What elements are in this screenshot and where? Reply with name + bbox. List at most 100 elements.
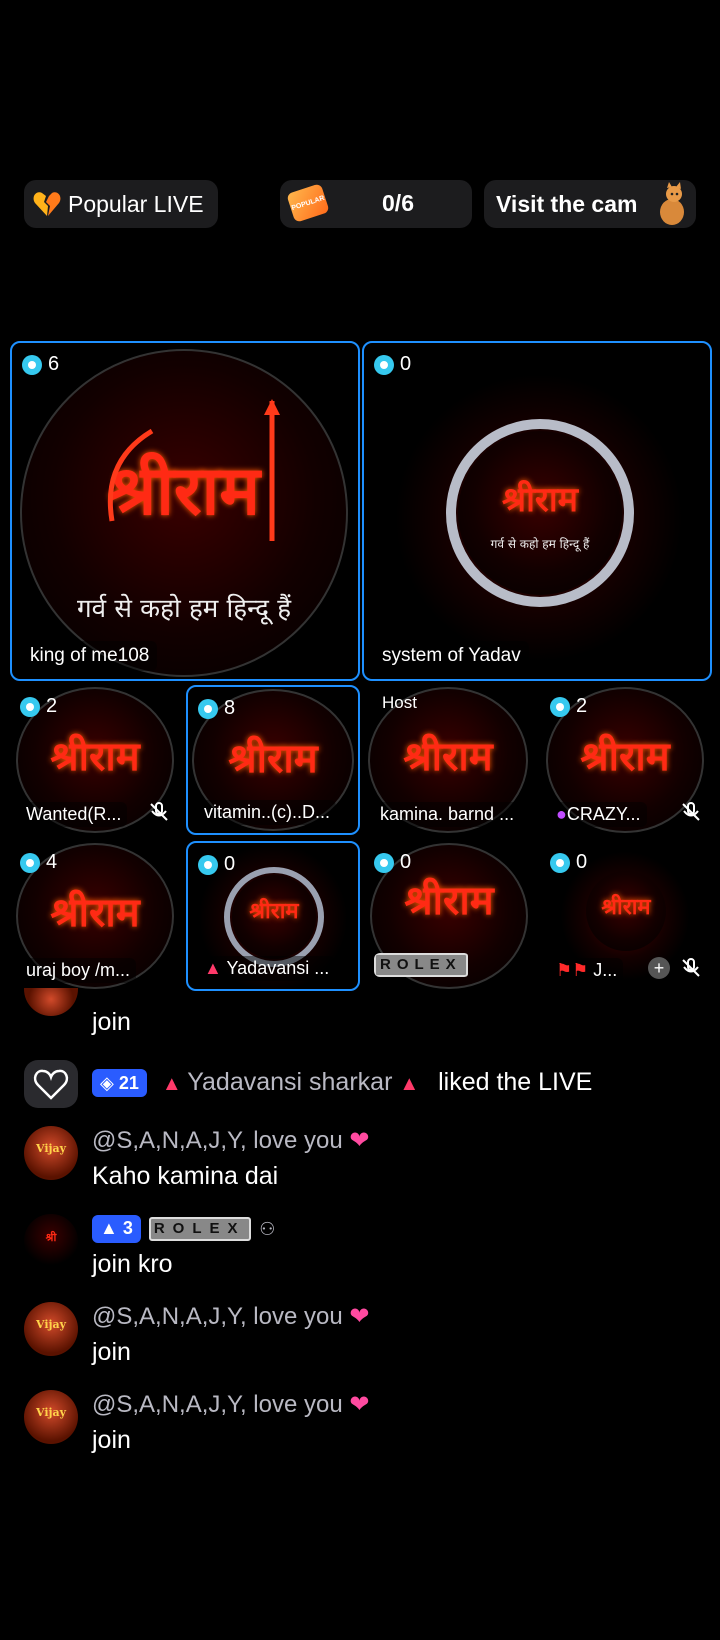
like-notification: ◈ 21 ▲ Yadavansi sharkar ▲ liked the LIV… <box>24 1060 704 1108</box>
muted-mic-icon <box>682 802 700 821</box>
nepal-flag-icon: ▲ <box>204 958 227 978</box>
shriram-logo: श्रीराम <box>403 733 493 780</box>
guest-tile-8[interactable]: श्रीराम 0 ROLEX <box>364 841 534 991</box>
chat-username: @S,A,N,A,J,Y, love you ❤ <box>92 1127 370 1154</box>
chat-message: Vijay @S,A,N,A,J,Y, love you ❤ Kaho kami… <box>24 1126 704 1196</box>
devil-emoji-icon: ● <box>556 804 567 824</box>
tagline: गर्व से कहो हम हिन्दू हैं <box>490 537 590 551</box>
guest-name: Wanted(R... <box>20 802 128 827</box>
chat-text: join <box>92 1426 131 1454</box>
top-bar: Popular LIVE POPULAR 0/6 Visit the cam <box>0 180 720 228</box>
user-avatar: Vijay <box>24 1302 78 1356</box>
guest-avatar: श्रीराम <box>586 871 666 951</box>
diamond-icon <box>198 854 218 875</box>
host-tile[interactable]: श्रीराम Host kamina. barnd ... <box>364 685 534 835</box>
guest-name: system of Yadav <box>374 641 529 671</box>
popular-live-button[interactable]: Popular LIVE <box>24 180 218 228</box>
host-name: kamina. barnd ... <box>374 802 521 827</box>
chat-message: श्री ▲ 3 ROLEX ⚇ join kro <box>24 1214 704 1284</box>
chat-text: Kaho kamina dai <box>92 1162 279 1190</box>
nepal-flag-icon: ▲ <box>399 1073 420 1095</box>
shriram-logo: श्रीराम <box>50 733 140 780</box>
muted-mic-icon <box>682 958 700 977</box>
chat-message: Vijay @S,A,N,A,J,Y, love you ❤ join <box>24 1302 704 1372</box>
guest-tile-6[interactable]: श्रीराम 4 uraj boy /m... <box>10 841 180 991</box>
diamond-icon <box>374 354 394 375</box>
gift-count: 6 <box>22 353 59 376</box>
guest-tile-4[interactable]: श्रीराम 8 vitamin..(c)..D... <box>186 685 360 835</box>
user-avatar: Vijay <box>24 1126 78 1180</box>
heart-emoji-icon: ❤ <box>349 1391 370 1418</box>
diamond-icon <box>550 852 570 873</box>
gift-count: 0 <box>374 851 411 874</box>
shriram-logo: श्रीराम <box>228 735 318 782</box>
gift-count: 0 <box>550 851 587 874</box>
guest-avatar: श्रीराम गर्व से कहो हम हिन्दू हैं <box>20 349 348 677</box>
level-badge: ▲ 3 <box>92 1214 141 1243</box>
bow-arrow-icon <box>107 399 280 541</box>
rolex-name: ROLEX <box>374 953 468 977</box>
gift-count: 2 <box>550 695 587 718</box>
user-avatar: Vijay <box>24 1390 78 1444</box>
rolex-name-badge: ROLEX <box>374 953 470 977</box>
gem-icon: ◈ <box>100 1072 119 1093</box>
gift-count: 4 <box>20 851 57 874</box>
level-arrow-icon: ▲ <box>100 1218 123 1239</box>
guest-tile-3[interactable]: श्रीराम 2 Wanted(R... <box>10 685 180 835</box>
like-text-row: ◈ 21 ▲ Yadavansi sharkar ▲ liked the LIV… <box>92 1068 593 1098</box>
shriram-logo: श्रीराम <box>580 733 670 780</box>
chat-message: Vijay @S,A,N,A,J,Y, love you ❤ join <box>24 1390 704 1460</box>
visit-label: Visit the cam <box>496 190 638 217</box>
shriram-logo: श्रीराम <box>404 877 494 924</box>
chat-message: join <box>24 988 704 1036</box>
red-flag-icon: ⚑⚑ <box>556 960 594 980</box>
nepal-flag-icon: ▲ <box>161 1073 188 1095</box>
diamond-icon <box>374 852 394 873</box>
heart-icon <box>33 1069 69 1100</box>
chat-username: @S,A,N,A,J,Y, love you ❤ <box>92 1391 370 1418</box>
guest-avatar: श्रीराम गर्व से कहो हम हिन्दू हैं <box>458 431 622 595</box>
heart-emoji-icon: ❤ <box>349 1303 370 1330</box>
add-guest-button[interactable]: + <box>648 957 670 979</box>
gift-count: 2 <box>20 695 57 718</box>
guest-tile-5[interactable]: श्रीराम 2 ●CRAZY... <box>540 685 712 835</box>
guest-name: king of me108 <box>22 641 158 671</box>
guest-tile-9[interactable]: श्रीराम 0 ⚑⚑ J... + <box>540 841 712 991</box>
shriram-logo: श्रीराम <box>502 480 578 520</box>
diamond-icon <box>20 696 40 717</box>
host-label: Host <box>382 693 417 712</box>
gift-count: 0 <box>374 353 411 376</box>
level-badge: ◈ 21 <box>92 1069 147 1098</box>
shriram-logo: श्रीराम <box>249 898 299 924</box>
like-label: liked the LIVE <box>438 1068 593 1096</box>
tagline: गर्व से कहो हम हिन्दू हैं <box>76 594 292 624</box>
broken-heart-icon <box>32 189 62 219</box>
cat-icon <box>652 182 688 226</box>
diamond-icon <box>550 696 570 717</box>
user-avatar: श्री <box>24 1214 78 1268</box>
muted-mic-icon <box>150 802 168 821</box>
diamond-icon <box>198 698 218 719</box>
heart-emoji-icon: ❤ <box>349 1127 370 1154</box>
guest-name: vitamin..(c)..D... <box>198 800 337 825</box>
like-button[interactable] <box>24 1060 78 1108</box>
chat-username: @S,A,N,A,J,Y, love you ❤ <box>92 1303 370 1330</box>
guest-avatar: श्रीराम <box>232 875 316 959</box>
guest-tile-2[interactable]: श्रीराम गर्व से कहो हम हिन्दू हैं 0 syst… <box>362 341 712 681</box>
chat-text: join <box>92 1008 131 1036</box>
guest-name: ▲ Yadavansi ... <box>198 956 336 981</box>
guest-tile-1[interactable]: श्रीराम गर्व से कहो हम हिन्दू हैं 6 king… <box>10 341 360 681</box>
quest-progress-pill[interactable]: POPULAR 0/6 <box>280 180 472 228</box>
popular-live-label: Popular LIVE <box>68 190 204 217</box>
user-moderator-icon: ⚇ <box>259 1219 276 1239</box>
guest-name: ●CRAZY... <box>550 802 647 827</box>
chat-text: join kro <box>92 1250 173 1278</box>
chat-username: ▲ 3 ROLEX ⚇ <box>92 1214 275 1243</box>
guest-name: uraj boy /m... <box>20 958 137 983</box>
guest-tile-7[interactable]: श्रीराम 0 ▲ Yadavansi ... <box>186 841 360 991</box>
gift-count: 0 <box>198 853 235 876</box>
popular-badge-icon: POPULAR <box>286 183 330 223</box>
diamond-icon <box>22 354 42 375</box>
like-username: Yadavansi sharkar <box>187 1068 393 1096</box>
visit-the-cam-button[interactable]: Visit the cam <box>484 180 696 228</box>
